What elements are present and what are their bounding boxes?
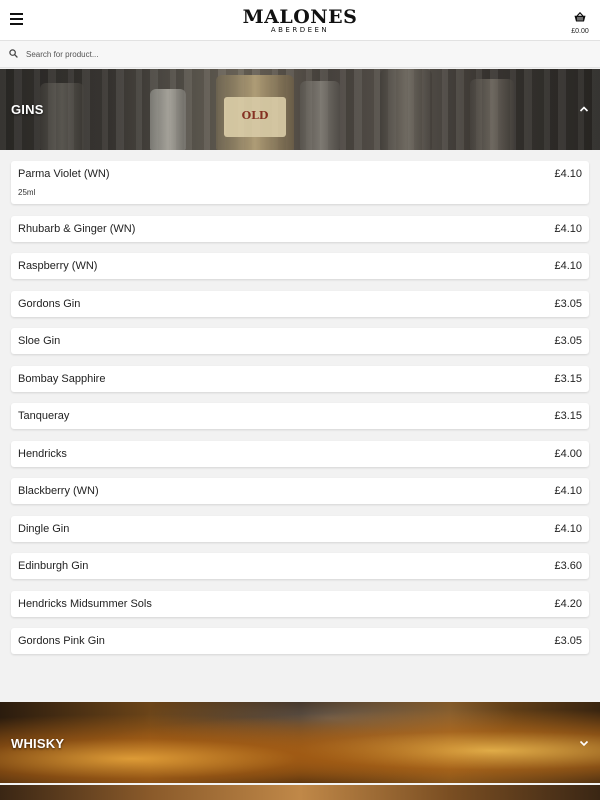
product-row[interactable]: Sloe Gin £3.05: [11, 328, 589, 354]
banner-bottle: [40, 83, 84, 150]
product-row[interactable]: Raspberry (WN) £4.10: [11, 253, 589, 279]
basket-icon: [574, 11, 586, 22]
banner-bottle: OLD: [216, 75, 294, 150]
product-name: Gordons Gin: [18, 297, 81, 310]
product-price: £3.15: [554, 372, 582, 385]
product-name: Bombay Sapphire: [18, 372, 106, 385]
top-header: MALONES ABERDEEN £0.00: [0, 0, 600, 41]
next-section-banner[interactable]: [0, 785, 600, 800]
chevron-up-icon[interactable]: [579, 104, 589, 114]
product-price: £3.05: [554, 335, 582, 347]
product-row[interactable]: Gordons Gin £3.05: [11, 290, 589, 317]
bottle-label: OLD: [224, 97, 286, 137]
product-name: Rhubarb & Ginger (WN): [18, 222, 136, 235]
product-name: Hendricks Midsummer Sols: [18, 597, 152, 610]
product-price: £3.15: [554, 410, 582, 422]
product-row[interactable]: Tanqueray £3.15: [11, 403, 589, 429]
product-row[interactable]: Gordons Pink Gin £3.05: [11, 628, 589, 654]
logo-main-text: MALONES: [242, 6, 358, 28]
product-row[interactable]: Hendricks Midsummer Sols £4.20: [11, 590, 589, 617]
search-input[interactable]: [22, 45, 582, 64]
product-name: Hendricks: [18, 447, 67, 460]
banner-bottle: [470, 79, 514, 150]
product-price: £4.10: [554, 522, 582, 535]
basket-button[interactable]: £0.00: [568, 9, 592, 35]
chevron-down-icon[interactable]: [579, 738, 589, 748]
product-name: Raspberry (WN): [18, 260, 98, 272]
product-size: 25ml: [18, 188, 36, 197]
section-title-whisky: WHISKY: [11, 736, 65, 751]
product-price: £3.60: [554, 560, 582, 572]
logo-sub-text: ABERDEEN: [270, 26, 330, 34]
bottle-label-text: OLD: [241, 109, 269, 122]
logo[interactable]: MALONES ABERDEEN: [0, 7, 600, 34]
product-name: Parma Violet (WN): [18, 168, 110, 180]
product-name: Gordons Pink Gin: [18, 635, 105, 647]
product-price: £4.20: [554, 597, 582, 610]
gin-product-list: Parma Violet (WN) £4.10 25ml Rhubarb & Ging…: [11, 161, 589, 666]
product-name: Edinburgh Gin: [18, 560, 89, 572]
product-row[interactable]: Blackberry (WN) £4.10: [11, 478, 589, 504]
section-header-gins[interactable]: OLD GINS: [0, 69, 600, 150]
product-name: Dingle Gin: [18, 522, 70, 535]
product-price: £4.10: [554, 485, 582, 497]
banner-bottle: [150, 89, 186, 150]
product-name: Sloe Gin: [18, 335, 61, 347]
product-price: £4.10: [554, 260, 582, 272]
product-row[interactable]: Edinburgh Gin £3.60: [11, 553, 589, 579]
product-row[interactable]: Bombay Sapphire £3.15: [11, 365, 589, 392]
product-price: £3.05: [554, 297, 582, 310]
product-price: £4.00: [554, 447, 582, 460]
product-row[interactable]: Rhubarb & Ginger (WN) £4.10: [11, 215, 589, 242]
banner-bottle: [300, 81, 340, 150]
search-bar: [0, 41, 600, 68]
product-row[interactable]: Hendricks £4.00: [11, 440, 589, 467]
product-name: Tanqueray: [18, 410, 70, 422]
product-price: £3.05: [554, 635, 582, 647]
product-row[interactable]: Dingle Gin £4.10: [11, 515, 589, 542]
product-price: £4.10: [554, 222, 582, 235]
search-icon: [9, 49, 18, 58]
product-row[interactable]: Parma Violet (WN) £4.10 25ml: [11, 161, 589, 204]
product-name: Blackberry (WN): [18, 485, 99, 497]
basket-total: £0.00: [571, 28, 589, 35]
product-price: £4.10: [554, 168, 582, 180]
section-title-gins: GINS: [11, 102, 44, 117]
section-header-whisky[interactable]: WHISKY: [0, 702, 600, 783]
banner-bottle: [380, 69, 432, 150]
